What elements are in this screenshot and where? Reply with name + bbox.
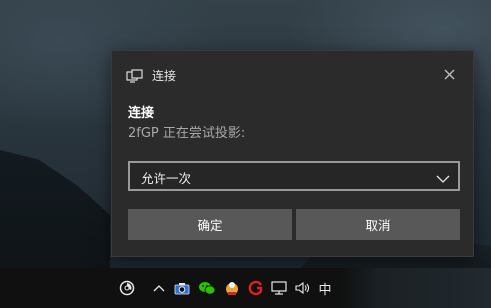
taskbar-app-icon[interactable] <box>222 268 242 308</box>
connect-dialog: 连接 连接 2fGP 正在尝试投影: 允许一次 确定 取消 <box>111 50 474 257</box>
close-button[interactable] <box>439 65 459 85</box>
ok-button[interactable]: 确定 <box>128 209 292 240</box>
chevron-up-icon[interactable] <box>150 268 168 308</box>
camera-icon[interactable] <box>173 268 191 308</box>
app-swirl-icon[interactable] <box>117 268 137 308</box>
close-icon <box>444 66 455 84</box>
taskbar-wallpaper-fade <box>341 268 491 308</box>
wechat-icon[interactable] <box>197 268 217 308</box>
permission-select[interactable]: 允许一次 <box>128 161 460 191</box>
permission-select-value: 允许一次 <box>141 171 192 186</box>
cast-screen-icon <box>126 68 144 83</box>
red-g-icon[interactable] <box>246 268 266 308</box>
ime-indicator[interactable]: 中 <box>316 268 334 308</box>
ime-label: 中 <box>318 282 332 298</box>
cancel-button[interactable]: 取消 <box>296 209 460 240</box>
dialog-heading: 连接 <box>128 106 155 121</box>
network-icon[interactable] <box>270 268 288 308</box>
dialog-title: 连接 <box>152 69 177 83</box>
chevron-down-icon <box>436 170 450 183</box>
taskbar: 中 <box>0 268 491 308</box>
wallpaper-cliff <box>0 150 110 268</box>
dialog-header: 连接 <box>112 51 473 99</box>
dialog-subtext: 2fGP 正在尝试投影: <box>128 126 246 141</box>
volume-icon[interactable] <box>293 268 311 308</box>
